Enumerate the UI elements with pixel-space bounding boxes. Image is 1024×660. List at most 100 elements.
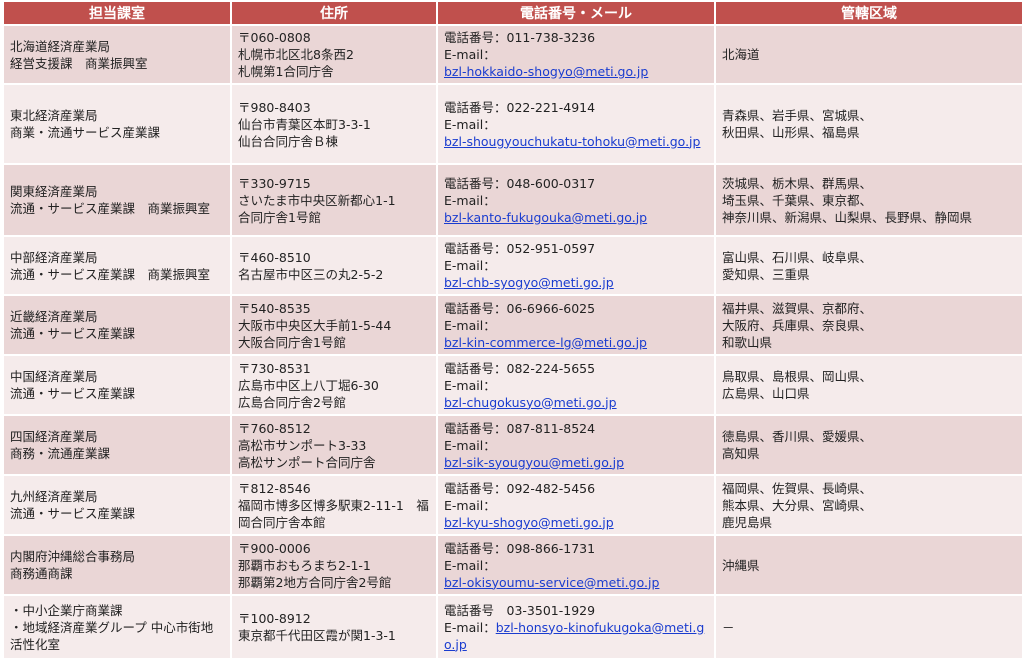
email-link[interactable]: bzl-shougyouchukatu-tohoku@meti.go.jp bbox=[444, 134, 700, 149]
table-row: 東北経済産業局商業・流通サービス産業課 〒980-8403 仙台市青葉区本町3-3-… bbox=[4, 85, 1022, 163]
email-line: E-mail： bzl-chugokusyo@meti.go.jp bbox=[444, 377, 708, 411]
addr-line: 東京都千代田区霞が関1-3-1 bbox=[238, 628, 396, 643]
addr-line: 〒812-8546 bbox=[238, 480, 311, 496]
dept-line: 中部経済産業局 bbox=[10, 249, 98, 265]
email-link[interactable]: bzl-chugokusyo@meti.go.jp bbox=[444, 395, 617, 410]
department-cell: ・中小企業庁商業課 ・地域経済産業グループ 中心市街地活性化室 bbox=[4, 596, 230, 658]
email-link[interactable]: bzl-kin-commerce-lg@meti.go.jp bbox=[444, 335, 647, 350]
jurisdiction-cell: 福井県、滋賀県、京都府、 大阪府、兵庫県、奈良県、 和歌山県 bbox=[716, 296, 1022, 354]
jurisdiction-cell: 福岡県、佐賀県、長崎県、 熊本県、大分県、宮崎県、 鹿児島県 bbox=[716, 476, 1022, 534]
table-row: 北海道経済産業局 経営支援課 商業振興室 〒060-0808 札幌市北区北8条西2 札幌… bbox=[4, 26, 1022, 83]
email-label: E-mail： bbox=[444, 192, 496, 208]
addr-line: 大阪市中央区大手前1-5-44 bbox=[238, 317, 392, 333]
address-cell: 〒980-8403 仙台市青葉区本町3-3-1 仙台合同庁舎Ｂ棟 bbox=[232, 85, 436, 163]
addr-line: 〒900-0006 bbox=[238, 540, 311, 556]
jurisdiction-cell: 徳島県、香川県、愛媛県、 高知県 bbox=[716, 416, 1022, 474]
area-line: 茨城県、栃木県、群馬県、 bbox=[722, 175, 873, 191]
email-label: E-mail： bbox=[444, 317, 496, 333]
department-cell: 中部経済産業局 流通・サービス産業課 商業振興室 bbox=[4, 237, 230, 294]
addr-line: さいたま市中央区新都心1-1 bbox=[238, 192, 396, 208]
addr-line: 広島合同庁舎2号館 bbox=[238, 394, 346, 410]
contact-cell: 電話番号：022-221-4914 E-mail： bzl-shougyouchuk… bbox=[438, 85, 714, 163]
dept-line: ・中小企業庁商業課 bbox=[10, 602, 123, 618]
addr-line: 高松サンポート合同庁舎 bbox=[238, 454, 376, 470]
dept-line: 商業・流通サービス産業課 bbox=[10, 125, 161, 140]
addr-line: 仙台合同庁舎Ｂ棟 bbox=[238, 133, 339, 149]
email-link[interactable]: bzl-kanto-fukugouka@meti.go.jp bbox=[444, 210, 647, 225]
addr-line: 広島市中区上八丁堀6-30 bbox=[238, 377, 379, 393]
email-line: E-mail： bzl-sik-syougyou@meti.go.jp bbox=[444, 437, 708, 471]
department-cell: 内閣府沖縄総合事務局 商務通商課 bbox=[4, 536, 230, 594]
addr-line: 〒060-0808 bbox=[238, 30, 311, 45]
phone-number: 電話番号：092-482-5456 bbox=[444, 480, 596, 496]
addr-line: 〒730-8531 bbox=[238, 360, 311, 376]
contact-cell: 電話番号：06-6966-6025 E-mail： bzl-kin-commerce… bbox=[438, 296, 714, 354]
table-row: 中国経済産業局 流通・サービス産業課 〒730-8531 広島市中区上八丁堀6-30 広… bbox=[4, 356, 1022, 414]
department-cell: 中国経済産業局 流通・サービス産業課 bbox=[4, 356, 230, 414]
header-department: 担当課室 bbox=[4, 2, 230, 24]
phone-number: 電話番号：011-738-3236 bbox=[444, 30, 596, 45]
email-link[interactable]: bzl-kyu-shogyo@meti.go.jp bbox=[444, 515, 614, 530]
area-line: 和歌山県 bbox=[722, 334, 773, 350]
table-row: 近畿経済産業局 流通・サービス産業課 〒540-8535 大阪市中央区大手前1-5-4… bbox=[4, 296, 1022, 354]
area-line: 青森県、岩手県、宮城県、 bbox=[722, 108, 873, 123]
addr-line: 〒100-8912 bbox=[238, 611, 311, 626]
email-label: E-mail： bbox=[444, 116, 496, 132]
dept-line: 流通・サービス産業課 bbox=[10, 506, 136, 521]
email-label: E-mail： bbox=[444, 557, 496, 573]
area-line: 秋田県、山形県、福島県 bbox=[722, 125, 860, 140]
phone-number: 電話番号：06-6966-6025 bbox=[444, 300, 596, 316]
header-jurisdiction: 管轄区域 bbox=[716, 2, 1022, 24]
addr-line: 〒980-8403 bbox=[238, 99, 311, 115]
dept-line: 経営支援課 商業振興室 bbox=[10, 55, 148, 71]
email-label: E-mail： bbox=[444, 437, 496, 453]
phone-number: 電話番号：087-811-8524 bbox=[444, 420, 596, 436]
email-line: E-mail： bzl-shougyouchukatu-tohoku@meti.g… bbox=[444, 116, 708, 150]
department-cell: 近畿経済産業局流通・サービス産業課 bbox=[4, 296, 230, 354]
jurisdiction-cell: 沖縄県 bbox=[716, 536, 1022, 594]
area-line: 愛知県、三重県 bbox=[722, 266, 810, 282]
table-row: 九州経済産業局流通・サービス産業課 〒812-8546 福岡市博多区博多駅東2-11… bbox=[4, 476, 1022, 534]
dept-line: 流通・サービス産業課 bbox=[10, 326, 136, 341]
area-line: 福井県、滋賀県、京都府、 bbox=[722, 300, 873, 316]
email-link[interactable]: bzl-sik-syougyou@meti.go.jp bbox=[444, 455, 624, 470]
jurisdiction-cell: 茨城県、栃木県、群馬県、 埼玉県、千葉県、東京都、 神奈川県、新潟県、山梨県、長野県… bbox=[716, 165, 1022, 235]
contact-cell: 電話番号：098-866-1731 E-mail： bzl-okisyoumu-se… bbox=[438, 536, 714, 594]
email-link[interactable]: bzl-okisyoumu-service@meti.go.jp bbox=[444, 575, 659, 590]
table-header-row: 担当課室 住所 電話番号・メール 管轄区域 bbox=[4, 2, 1022, 24]
area-line: 鹿児島県 bbox=[722, 514, 773, 530]
dept-line: 東北経済産業局 bbox=[10, 108, 98, 123]
phone-number: 電話番号：022-221-4914 bbox=[444, 99, 596, 115]
phone-number: 電話番号：048-600-0317 bbox=[444, 175, 596, 191]
dept-line: 中国経済産業局 bbox=[10, 369, 98, 384]
email-line: E-mail： bzl-hokkaido-shogyo@meti.go.jp bbox=[444, 46, 708, 80]
addr-line: 〒330-9715 bbox=[238, 175, 311, 191]
addr-line: 合同庁舎1号館 bbox=[238, 209, 321, 225]
table-row: ・中小企業庁商業課 ・地域経済産業グループ 中心市街地活性化室 〒100-8912 東… bbox=[4, 596, 1022, 658]
phone-number: 電話番号：052-951-0597 bbox=[444, 241, 596, 256]
email-line: E-mail：bzl-honsyo-kinofukugoka@meti.go.j… bbox=[444, 619, 708, 653]
dept-line: 近畿経済産業局 bbox=[10, 309, 98, 324]
contact-cell: 電話番号：082-224-5655 E-mail： bzl-chugokusyo@m… bbox=[438, 356, 714, 414]
department-cell: 関東経済産業局 流通・サービス産業課 商業振興室 bbox=[4, 165, 230, 235]
area-line: 大阪府、兵庫県、奈良県、 bbox=[722, 317, 873, 333]
department-cell: 北海道経済産業局 経営支援課 商業振興室 bbox=[4, 26, 230, 83]
area-line: 富山県、石川県、岐阜県、 bbox=[722, 249, 873, 265]
contact-cell: 電話番号：048-600-0317 E-mail： bzl-kanto-fukugo… bbox=[438, 165, 714, 235]
dept-line: 九州経済産業局 bbox=[10, 489, 98, 504]
jurisdiction-cell: － bbox=[716, 596, 1022, 658]
address-cell: 〒812-8546 福岡市博多区博多駅東2-11-1 福岡合同庁舎本館 bbox=[232, 476, 436, 534]
area-line: 北海道 bbox=[722, 47, 760, 62]
table-row: 関東経済産業局 流通・サービス産業課 商業振興室 〒330-9715 さいたま市中央区… bbox=[4, 165, 1022, 235]
address-cell: 〒330-9715 さいたま市中央区新都心1-1 合同庁舎1号館 bbox=[232, 165, 436, 235]
contact-cell: 電話番号：087-811-8524 E-mail： bzl-sik-syougyou… bbox=[438, 416, 714, 474]
phone-number: 電話番号：082-224-5655 bbox=[444, 360, 596, 376]
contact-table: 担当課室 住所 電話番号・メール 管轄区域 北海道経済産業局 経営支援課 商業振興… bbox=[2, 0, 1024, 660]
table-row: 内閣府沖縄総合事務局 商務通商課 〒900-0006 那覇市おもろまち2-1-1 那覇第… bbox=[4, 536, 1022, 594]
email-link[interactable]: bzl-chb-syogyo@meti.go.jp bbox=[444, 275, 614, 290]
dept-line: 四国経済産業局 bbox=[10, 429, 98, 444]
header-address: 住所 bbox=[232, 2, 436, 24]
addr-line: 仙台市青葉区本町3-3-1 bbox=[238, 116, 371, 132]
email-label: E-mail： bbox=[444, 497, 496, 513]
email-link[interactable]: bzl-hokkaido-shogyo@meti.go.jp bbox=[444, 64, 648, 79]
